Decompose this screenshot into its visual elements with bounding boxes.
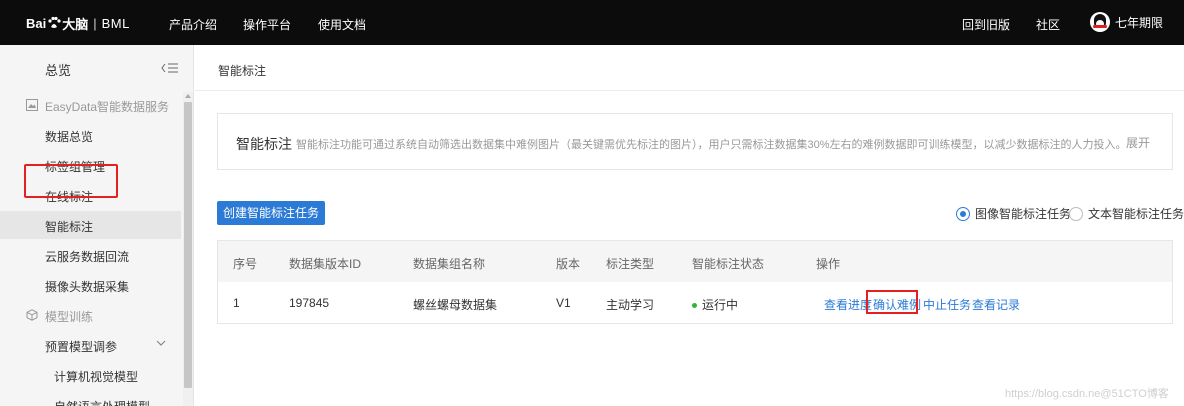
radio-text-task[interactable]: 文本智能标注任务 <box>1069 205 1184 222</box>
intro-description: 智能标注功能可通过系统自动筛选出数据集中难例图片（最关键需优先标注的图片），用户… <box>296 139 1127 151</box>
breadcrumb: 智能标注 <box>218 64 267 78</box>
sidebar-group-model-training: 模型训练 <box>0 302 181 328</box>
radio-image-task[interactable]: 图像智能标注任务 <box>956 205 1071 222</box>
column-header: 序号 <box>233 257 258 271</box>
logo-product: BML <box>101 15 130 31</box>
sidebar-group-easydata: EasyData智能数据服务 <box>0 92 181 118</box>
logo-prefix: Bai <box>26 15 47 31</box>
sidebar-group-label: EasyData智能数据服务 <box>45 100 170 114</box>
avatar <box>1090 12 1110 32</box>
column-header: 操作 <box>816 257 841 271</box>
nav-back-to-old[interactable]: 回到旧版 <box>962 16 1010 33</box>
sidebar-item-nlp-model[interactable]: 自然语言处理模型 <box>0 391 181 406</box>
cell-dataset-group-name: 螺丝螺母数据集 <box>413 298 498 312</box>
username: 七年期限 <box>1115 15 1164 30</box>
column-header: 版本 <box>556 257 581 271</box>
logo-suffix: 大脑 <box>62 16 89 32</box>
sidebar-scrollbar[interactable] <box>183 92 193 406</box>
sidebar-item-preset-tuning[interactable]: 预置模型调参 <box>0 331 181 359</box>
chevron-down-icon <box>156 340 166 346</box>
scroll-up-arrow-icon[interactable] <box>185 94 191 98</box>
cell-index: 1 <box>233 296 240 310</box>
radio-label: 图像智能标注任务 <box>975 207 1072 221</box>
nav-product-intro[interactable]: 产品介绍 <box>169 16 217 33</box>
scrollbar-thumb[interactable] <box>184 102 192 388</box>
user-menu[interactable]: 七年期限 <box>1090 12 1163 32</box>
baidu-bml-logo[interactable]: Bai 大脑 | BML <box>26 14 130 32</box>
image-data-icon <box>26 99 38 111</box>
column-header: 智能标注状态 <box>692 257 765 271</box>
highlight-box-confirm <box>866 290 918 314</box>
cube-icon <box>26 309 38 321</box>
sidebar: 总览 EasyData智能数据服务 数据总览 标签组管理 在线标注 智能标注 云… <box>0 45 194 406</box>
table-header: 序号 数据集版本ID 数据集组名称 版本 标注类型 智能标注状态 操作 <box>218 241 1172 282</box>
sidebar-item-camera-collection[interactable]: 摄像头数据采集 <box>0 271 181 299</box>
nav-community[interactable]: 社区 <box>1036 16 1060 33</box>
logo-separator: | <box>93 15 97 31</box>
paw-icon <box>48 16 61 28</box>
expand-link[interactable]: 展开 <box>1126 134 1150 151</box>
status-running-dot-icon <box>692 303 697 309</box>
sidebar-item-label: 数据总览 <box>45 130 94 144</box>
sidebar-item-label: 计算机视觉模型 <box>54 370 139 384</box>
view-progress-link[interactable]: 查看进度 <box>824 296 872 313</box>
sidebar-item-label: 摄像头数据采集 <box>45 280 130 294</box>
nav-platform[interactable]: 操作平台 <box>243 16 291 33</box>
cell-status: 运行中 <box>692 296 738 313</box>
cell-annotation-type: 主动学习 <box>606 298 655 312</box>
sidebar-item-cv-model[interactable]: 计算机视觉模型 <box>0 361 181 389</box>
column-header: 数据集版本ID <box>289 257 362 271</box>
stop-task-link[interactable]: 中止任务 <box>923 296 971 313</box>
sidebar-title[interactable]: 总览 <box>45 60 71 79</box>
watermark: https://blog.csdn.ne@51CTO博客 <box>1005 388 1169 400</box>
header-divider <box>195 90 1184 91</box>
sidebar-item-smart-labeling[interactable]: 智能标注 <box>0 211 181 239</box>
sidebar-item-label: 预置模型调参 <box>45 340 118 354</box>
collapse-menu-icon[interactable] <box>161 62 179 74</box>
top-navbar: Bai 大脑 | BML 产品介绍 操作平台 使用文档 回到旧版 社区 七年期限 <box>0 0 1184 45</box>
sidebar-group-label: 模型训练 <box>45 310 94 324</box>
sidebar-item-data-overview[interactable]: 数据总览 <box>0 121 181 149</box>
task-table: 序号 数据集版本ID 数据集组名称 版本 标注类型 智能标注状态 操作 1 19… <box>217 240 1173 324</box>
status-text: 运行中 <box>702 298 739 312</box>
cell-dataset-version-id: 197845 <box>289 296 330 310</box>
nav-docs[interactable]: 使用文档 <box>318 16 366 33</box>
sidebar-item-label: 自然语言处理模型 <box>54 398 150 406</box>
create-smart-labeling-task-button[interactable]: 创建智能标注任务 <box>217 201 325 225</box>
sidebar-item-label: 云服务数据回流 <box>45 250 130 264</box>
view-records-link[interactable]: 查看记录 <box>972 296 1020 313</box>
intro-card: 智能标注 智能标注功能可通过系统自动筛选出数据集中难例图片（最关键需优先标注的图… <box>217 113 1173 170</box>
radio-label: 文本智能标注任务 <box>1088 207 1184 221</box>
sidebar-item-cloud-data-reflow[interactable]: 云服务数据回流 <box>0 241 181 269</box>
highlight-box-sidebar <box>24 164 118 198</box>
intro-title: 智能标注 <box>236 136 292 152</box>
column-header: 数据集组名称 <box>413 257 486 271</box>
table-row: 1 197845 螺丝螺母数据集 V1 主动学习 运行中 查看进度 确认难例 中… <box>218 282 1172 323</box>
column-header: 标注类型 <box>606 257 655 271</box>
radio-unselected-icon[interactable] <box>1069 206 1083 221</box>
radio-selected-icon[interactable] <box>956 206 970 221</box>
cell-version: V1 <box>556 296 571 310</box>
sidebar-item-label: 智能标注 <box>45 220 94 234</box>
